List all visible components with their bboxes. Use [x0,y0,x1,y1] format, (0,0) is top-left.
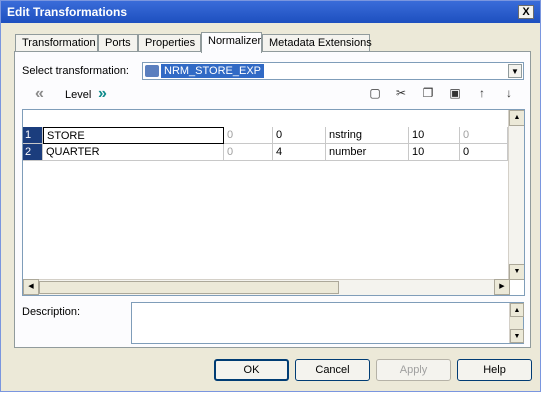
header-level[interactable]: Level [224,110,273,127]
grid-vertical-scrollbar[interactable]: ▲ ▼ [508,110,524,280]
row-number: 2 [23,144,43,161]
cell-level[interactable]: 0 [224,144,273,161]
cell-prec[interactable]: 10 [409,127,460,144]
select-transformation-label: Select transformation: [22,65,129,77]
normalizer-panel: Select transformation: NRM_STORE_EXP ▼ «… [14,51,531,348]
description-field[interactable]: ▲ ▼ [131,302,524,344]
cell-column-name[interactable]: STORE [43,127,224,144]
cell-occurs[interactable]: 0 [273,127,326,144]
scroll-up-icon[interactable]: ▲ [509,110,524,126]
tab-normalizer[interactable]: Normalizer [201,32,262,53]
dialog-titlebar: Edit Transformations X [1,1,540,23]
cell-scale[interactable]: 0 [460,127,508,144]
tab-ports[interactable]: Ports [98,34,138,52]
header-prec[interactable]: Prec [409,110,460,127]
ok-button[interactable]: OK [214,359,289,381]
apply-button[interactable]: Apply [376,359,451,381]
level-up-icon[interactable]: « [35,86,44,102]
tab-transformation[interactable]: Transformation [15,34,98,52]
scroll-up-icon[interactable]: ▲ [510,303,524,317]
header-occurs[interactable]: Occurs [273,110,326,127]
cell-occurs[interactable]: 4 [273,144,326,161]
description-label: Description: [22,306,81,318]
scroll-right-icon[interactable]: ▶ [494,279,510,295]
edit-transformations-dialog: Edit Transformations X Transformation Po… [0,0,541,392]
header-column-name[interactable]: Column Name [43,110,224,127]
cell-datatype[interactable]: number [326,144,409,161]
cell-prec[interactable]: 10 [409,144,460,161]
background-area-bottom [0,392,554,401]
background-area [541,0,554,401]
select-transformation-value: NRM_STORE_EXP [161,64,264,78]
header-corner [23,110,43,127]
copy-icon[interactable]: ❐ [421,86,435,100]
row-number: 1 [23,127,43,144]
grid-horizontal-scrollbar[interactable]: ◀ ▶ [23,279,510,295]
paste-icon[interactable]: ▣ [448,86,462,100]
scroll-left-icon[interactable]: ◀ [23,279,39,295]
dialog-title: Edit Transformations [7,5,128,19]
chevron-down-icon[interactable]: ▼ [508,64,522,78]
cell-datatype[interactable]: nstring [326,127,409,144]
level-down-icon[interactable]: » [98,86,107,102]
close-button[interactable]: X [518,5,534,19]
scroll-down-icon[interactable]: ▼ [510,329,524,343]
move-up-icon[interactable]: ↑ [475,86,489,100]
normalizer-grid: Column Name Level Occurs Datatype Prec S… [22,109,525,296]
cell-scale[interactable]: 0 [460,144,508,161]
cancel-button[interactable]: Cancel [295,359,370,381]
select-transformation-dropdown[interactable]: NRM_STORE_EXP ▼ [142,62,524,80]
cell-level[interactable]: 0 [224,127,273,144]
tab-properties[interactable]: Properties [138,34,201,52]
horizontal-scroll-thumb[interactable] [39,281,339,294]
move-down-icon[interactable]: ↓ [502,86,516,100]
new-icon[interactable]: ▢ [368,86,382,100]
header-datatype[interactable]: Datatype [326,110,409,127]
cell-column-name[interactable]: QUARTER [43,144,224,161]
transformation-icon [145,65,159,77]
cut-icon[interactable]: ✂ [394,86,408,100]
level-label: Level [65,89,92,101]
header-scale[interactable]: Scale [460,110,508,127]
tab-metadata-extensions[interactable]: Metadata Extensions [262,34,372,52]
help-button[interactable]: Help [457,359,532,381]
description-scrollbar[interactable]: ▲ ▼ [509,303,524,343]
scroll-down-icon[interactable]: ▼ [509,264,524,280]
